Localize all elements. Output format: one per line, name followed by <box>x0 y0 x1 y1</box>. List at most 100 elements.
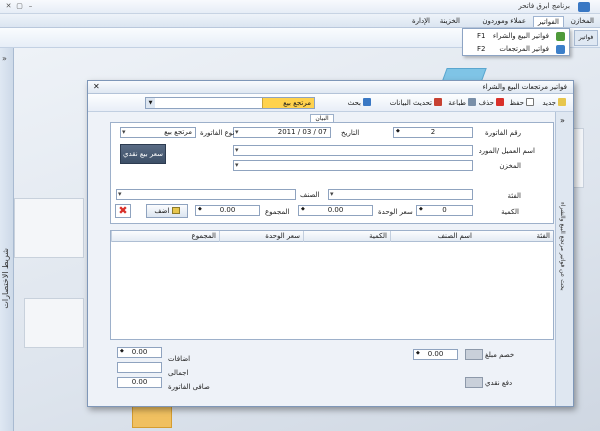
discount-swatch[interactable] <box>465 349 483 360</box>
grand-total-label: اجمالى <box>168 369 189 377</box>
title-bar: ✕ ▢ – برنامج ابرق فاتحر <box>0 0 600 14</box>
refresh-data-button[interactable]: تحديث البيانات <box>387 97 445 109</box>
store-label: المخزن <box>499 162 521 170</box>
date-picker[interactable]: 2011 / 03 / 07 <box>233 127 331 138</box>
item-label: الصنف <box>300 191 320 199</box>
add-icon <box>171 207 180 214</box>
app-icon <box>578 2 590 12</box>
returns-invoice-dialog: ✕ فواتير مرتجعات البيع والشراء جديد حفظ … <box>87 80 574 407</box>
invoice-type-select[interactable]: مرتجع بيع <box>120 127 196 138</box>
search-label: بحث <box>347 99 361 107</box>
refresh-icon <box>434 98 442 106</box>
chevron-down-icon[interactable]: ▼ <box>146 98 155 108</box>
discount-spinner-icon[interactable]: ◆ <box>413 349 423 360</box>
return-invoice-icon <box>556 45 565 54</box>
cash-price-button[interactable]: سعر بيع نقدي <box>120 144 166 164</box>
date-label: التاريخ <box>341 129 360 137</box>
invoices-dropdown-menu: فواتير البيع والشراء F1 فواتير المرتجعات… <box>462 28 570 56</box>
unit-price-spinner-icon[interactable]: ◆ <box>298 205 308 216</box>
new-label: جديد <box>542 99 556 107</box>
column-header[interactable]: الكمية <box>303 231 390 242</box>
save-button[interactable]: حفظ <box>506 97 537 109</box>
delete-button[interactable]: حذف <box>476 97 507 109</box>
category-label: الفئة <box>507 192 521 200</box>
cash-pay-button[interactable]: دفع نقدي <box>485 379 512 387</box>
delete-label: حذف <box>478 99 494 107</box>
invoice-no-field[interactable]: 2 <box>393 127 473 138</box>
invoice-no-label: رقم الفاتورة <box>485 129 521 137</box>
menu-administration[interactable]: الإدارة <box>408 16 434 27</box>
qty-spinner-icon[interactable]: ◆ <box>416 205 426 216</box>
delete-icon <box>496 98 504 106</box>
minimize-window-button[interactable]: – <box>26 2 35 11</box>
decor-tile <box>24 298 84 348</box>
search-icon <box>363 98 371 106</box>
discount-button[interactable]: خصم مبلغ <box>485 351 514 359</box>
menu-stores[interactable]: المخازن <box>567 16 598 27</box>
chevron-icon[interactable]: » <box>2 54 7 63</box>
column-header[interactable]: اسم الصنف <box>390 231 475 242</box>
new-button[interactable]: جديد <box>539 97 569 109</box>
column-header[interactable]: الفئة <box>475 231 553 242</box>
shortcut-key: F1 <box>477 32 486 40</box>
print-button[interactable]: طباعة <box>445 97 479 109</box>
add-button[interactable]: اضف <box>146 204 188 218</box>
new-icon <box>558 98 566 106</box>
dialog-title-bar: ✕ فواتير مرتجعات البيع والشراء <box>88 81 573 94</box>
grand-total-field <box>117 362 162 373</box>
table-header: الفئة اسم الصنف الكمية سعر الوحدة المجمو… <box>111 231 553 242</box>
invoice-icon <box>556 32 565 41</box>
search-type-select[interactable]: مرتجع بيع <box>262 98 314 108</box>
cash-pay-swatch[interactable] <box>465 377 483 388</box>
additions-spinner-icon[interactable]: ◆ <box>117 347 127 358</box>
save-icon <box>526 98 534 106</box>
net-total-label: صافى الفاتورة <box>168 383 210 391</box>
dialog-title: فواتير مرتجعات البيع والشراء <box>482 83 567 91</box>
print-icon <box>468 98 476 106</box>
dialog-toolbar: جديد حفظ حذف طباعة تحديث البيانات بحث ▼ … <box>88 94 573 112</box>
item-select[interactable] <box>116 189 296 200</box>
dropdown-item-returns[interactable]: فواتير المرتجعات F2 <box>463 43 569 56</box>
column-header[interactable]: المجموع <box>111 231 219 242</box>
invoice-items-table[interactable]: الفئة اسم الصنف الكمية سعر الوحدة المجمو… <box>110 230 554 340</box>
menu-invoices[interactable]: الفواتير <box>532 16 564 27</box>
customer-select[interactable] <box>233 145 473 156</box>
dialog-close-icon[interactable]: ✕ <box>93 82 100 91</box>
customer-label: اسم العميل /المورد <box>478 147 535 155</box>
shortcuts-bar[interactable]: » شريط الاختصارات <box>0 48 14 431</box>
shortcut-key: F2 <box>477 45 486 53</box>
dropdown-item-label: فواتير المرتجعات <box>499 45 549 53</box>
shortcuts-bar-label: شريط الاختصارات <box>1 248 10 309</box>
invoice-type-label: نوع الفاتورة <box>200 129 235 137</box>
maximize-window-button[interactable]: ▢ <box>15 2 24 11</box>
total-spinner-icon[interactable]: ◆ <box>195 205 205 216</box>
save-label: حفظ <box>509 99 524 107</box>
additions-label: اضافات <box>168 355 191 363</box>
total-label: المجموع <box>265 208 290 216</box>
refresh-label: تحديث البيانات <box>389 99 432 107</box>
ribbon-invoices-button[interactable]: فواتير <box>574 30 598 46</box>
remove-icon[interactable]: ✖ <box>115 204 131 218</box>
close-window-button[interactable]: ✕ <box>4 2 13 11</box>
search-input[interactable]: ▼ مرتجع بيع <box>145 97 315 109</box>
menu-treasury[interactable]: الخزينة <box>436 16 464 27</box>
qty-label: الكمية <box>501 208 519 216</box>
unit-price-field[interactable]: 0.00 <box>298 205 373 216</box>
window-title: برنامج ابرق فاتحر <box>518 2 570 10</box>
invoice-no-spinner-icon[interactable]: ◆ <box>393 127 405 138</box>
net-total-field: 0.00 <box>117 377 162 388</box>
print-label: طباعة <box>448 99 466 107</box>
store-select[interactable] <box>233 160 473 171</box>
dropdown-item-label: فواتير البيع والشراء <box>492 32 549 40</box>
side-panel-label: بحث عن فواتير مرتجع البيع والشراء <box>559 202 566 291</box>
search-button[interactable]: بحث <box>345 97 374 109</box>
category-select[interactable] <box>328 189 473 200</box>
dropdown-item-sales-purchases[interactable]: فواتير البيع والشراء F1 <box>463 30 569 43</box>
menu-customers-suppliers[interactable]: عملاء وموردون <box>478 16 530 27</box>
unit-price-label: سعر الوحدة <box>378 208 413 216</box>
chevron-icon[interactable]: » <box>560 116 565 125</box>
column-header[interactable]: سعر الوحدة <box>219 231 303 242</box>
search-side-panel[interactable]: » بحث عن فواتير مرتجع البيع والشراء <box>555 112 573 406</box>
decor-tile <box>14 198 84 258</box>
add-label: اضف <box>154 207 170 215</box>
